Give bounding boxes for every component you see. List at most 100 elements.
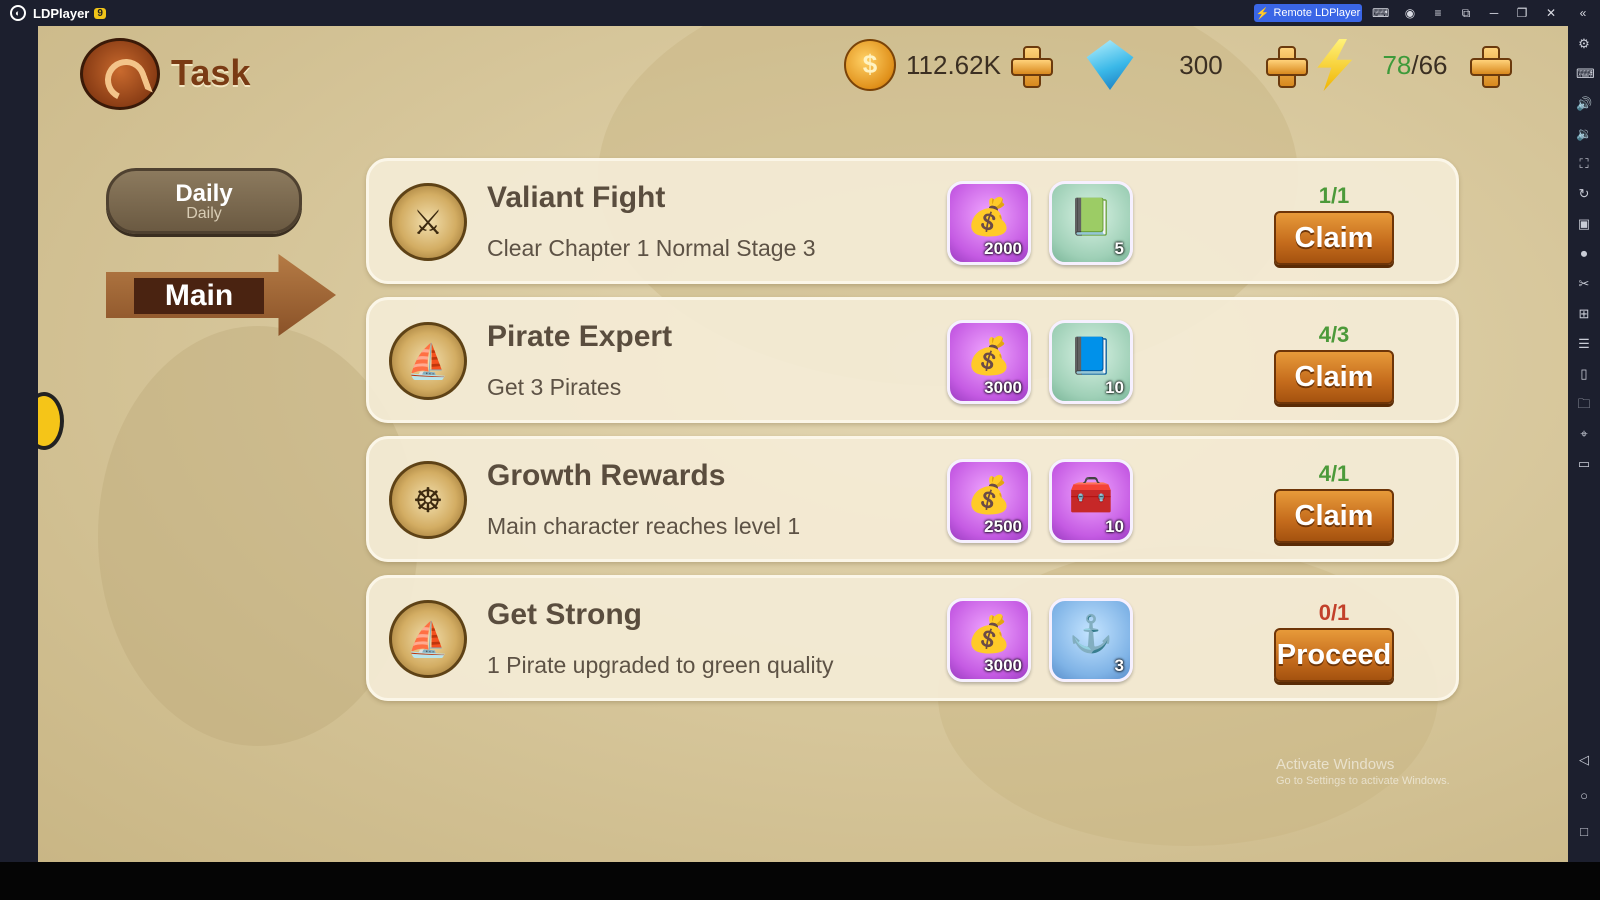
fullscreen-icon[interactable]: ⛶: [1576, 156, 1592, 172]
reward-count: 3000: [984, 656, 1022, 675]
folder-icon[interactable]: 🗀: [1576, 396, 1592, 412]
reward-count: 10: [1105, 378, 1124, 397]
left-frame: [0, 26, 38, 862]
shake-icon[interactable]: ▯: [1576, 366, 1592, 382]
task-description: 1 Pirate upgraded to green quality: [487, 652, 834, 678]
tab-daily-label: Daily: [175, 180, 233, 207]
coin-icon: [844, 39, 896, 91]
money-bag-icon: 💰: [966, 196, 1012, 237]
side-panel-toggle[interactable]: [38, 392, 64, 450]
reward-count: 5: [1114, 239, 1124, 258]
exp-book-icon: 📗: [1068, 196, 1114, 237]
gem-amount: 300: [1179, 49, 1223, 80]
multi-instance-icon[interactable]: ⊞: [1576, 306, 1592, 322]
recent-apps-icon[interactable]: □: [1576, 824, 1592, 840]
ship-icon: ⛵: [389, 322, 467, 400]
reward-count: 10: [1105, 517, 1124, 536]
remote-ldplayer-button[interactable]: ⚡ Remote LDPlayer: [1254, 4, 1362, 22]
energy-bolt-icon: [1317, 39, 1353, 91]
collapse-sidebar-icon[interactable]: «: [1575, 5, 1591, 21]
version-badge: 9: [94, 7, 106, 19]
restore-icon[interactable]: ❐: [1514, 5, 1530, 21]
treasure-chest-icon: 🧰: [1068, 474, 1114, 515]
task-progress: 0/1: [1318, 600, 1350, 625]
screenshot-icon[interactable]: ▣: [1576, 216, 1592, 232]
task-progress: 4/3: [1318, 322, 1350, 347]
claim-button[interactable]: Claim: [1274, 489, 1394, 543]
energy-amount: 78/66: [1370, 50, 1460, 81]
reward-count: 3: [1114, 656, 1124, 675]
task-progress: 1/1: [1318, 183, 1350, 208]
ship-wheel-icon: ☸: [389, 461, 467, 539]
remote-label: Remote LDPlayer: [1273, 7, 1361, 19]
task-title: Growth Rewards: [487, 459, 726, 492]
reward-money-bag[interactable]: 💰 3000: [947, 320, 1031, 404]
gold-amount: 112.62K: [906, 49, 1001, 80]
bottom-frame: [0, 862, 1600, 900]
record-icon[interactable]: ⏺: [1576, 246, 1592, 262]
reward-money-bag[interactable]: 💰 2500: [947, 459, 1031, 543]
reward-anchor-emblem[interactable]: ⚓ 3: [1049, 598, 1133, 682]
back-button[interactable]: [80, 38, 160, 110]
rotate-icon[interactable]: ↻: [1576, 186, 1592, 202]
screen-icon[interactable]: ⧉: [1458, 5, 1474, 21]
task-title: Pirate Expert: [487, 320, 673, 353]
add-gold-button[interactable]: [1007, 42, 1053, 88]
reward-money-bag[interactable]: 💰 2000: [947, 181, 1031, 265]
scissors-icon[interactable]: ✂: [1576, 276, 1592, 292]
volume-up-icon[interactable]: 🔊: [1576, 96, 1592, 112]
close-icon[interactable]: ✕: [1543, 5, 1559, 21]
energy-max: /66: [1411, 49, 1448, 80]
reward-count: 2000: [984, 239, 1022, 258]
gem-icon: [1086, 40, 1134, 90]
task-title: Valiant Fight: [487, 181, 666, 214]
reward-exp-book[interactable]: 📘 10: [1049, 320, 1133, 404]
reward-money-bag[interactable]: 💰 3000: [947, 598, 1031, 682]
gold-currency: 112.62K: [844, 36, 1053, 94]
gamepad-icon[interactable]: ⌨: [1372, 5, 1389, 21]
settings-icon[interactable]: ⚙: [1576, 36, 1592, 52]
back-nav-icon[interactable]: ◁: [1576, 752, 1592, 768]
menu-icon[interactable]: ≡: [1430, 5, 1446, 21]
claim-button[interactable]: Claim: [1274, 211, 1394, 265]
home-nav-icon[interactable]: ○: [1576, 788, 1592, 804]
task-card-pirate-expert: ⛵ Pirate Expert Get 3 Pirates 💰 3000 📘 1…: [366, 297, 1459, 423]
ship-icon: ⛵: [389, 600, 467, 678]
reward-treasure-chest[interactable]: 🧰 10: [1049, 459, 1133, 543]
emulator-right-toolbar: ⚙ ⌨ 🔊 🔉 ⛶ ↻ ▣ ⏺ ✂ ⊞ ☰ ▯ 🗀 ⌖ ▭ ◁ ○ □: [1568, 26, 1600, 862]
task-description: Clear Chapter 1 Normal Stage 3: [487, 235, 816, 261]
location-icon[interactable]: ⌖: [1576, 426, 1592, 442]
tab-main[interactable]: Main: [106, 254, 336, 336]
add-energy-button[interactable]: [1466, 42, 1512, 88]
reward-exp-book[interactable]: 📗 5: [1049, 181, 1133, 265]
tab-main-label: Main: [164, 279, 234, 312]
energy-current: 78: [1382, 49, 1412, 80]
account-icon[interactable]: ◉: [1402, 5, 1418, 21]
tab-daily[interactable]: Daily Daily: [106, 168, 302, 234]
vibrate-icon[interactable]: ▭: [1576, 456, 1592, 472]
sync-icon[interactable]: ☰: [1576, 336, 1592, 352]
page-title: Task: [171, 52, 251, 93]
anchor-emblem-icon: ⚓: [1068, 613, 1114, 654]
emulator-titlebar: ◐ LDPlayer 9 ⚡ Remote LDPlayer ⌨ ◉ ≡ ⧉ ─…: [0, 0, 1600, 26]
add-gem-button[interactable]: [1262, 42, 1308, 88]
watermark-line1: Activate Windows: [1276, 756, 1395, 773]
crossed-swords-icon: ⚔: [389, 183, 467, 261]
exp-book-icon: 📘: [1068, 335, 1114, 376]
keyboard-icon[interactable]: ⌨: [1576, 66, 1595, 82]
app-name: LDPlayer: [33, 5, 90, 21]
volume-down-icon[interactable]: 🔉: [1576, 126, 1592, 142]
activate-windows-watermark: Activate Windows Go to Settings to activ…: [1276, 756, 1450, 787]
minimize-icon[interactable]: ─: [1486, 5, 1502, 21]
gem-currency: 300: [1084, 36, 1308, 94]
energy-currency: 78/66: [1308, 36, 1512, 94]
claim-button[interactable]: Claim: [1274, 350, 1394, 404]
task-card-get-strong: ⛵ Get Strong 1 Pirate upgraded to green …: [366, 575, 1459, 701]
money-bag-icon: 💰: [966, 613, 1012, 654]
task-card-growth-rewards: ☸ Growth Rewards Main character reaches …: [366, 436, 1459, 562]
watermark-line2: Go to Settings to activate Windows.: [1276, 775, 1450, 787]
task-title: Get Strong: [487, 598, 642, 631]
proceed-button[interactable]: Proceed: [1274, 628, 1394, 682]
money-bag-icon: 💰: [966, 335, 1012, 376]
task-description: Get 3 Pirates: [487, 374, 622, 400]
